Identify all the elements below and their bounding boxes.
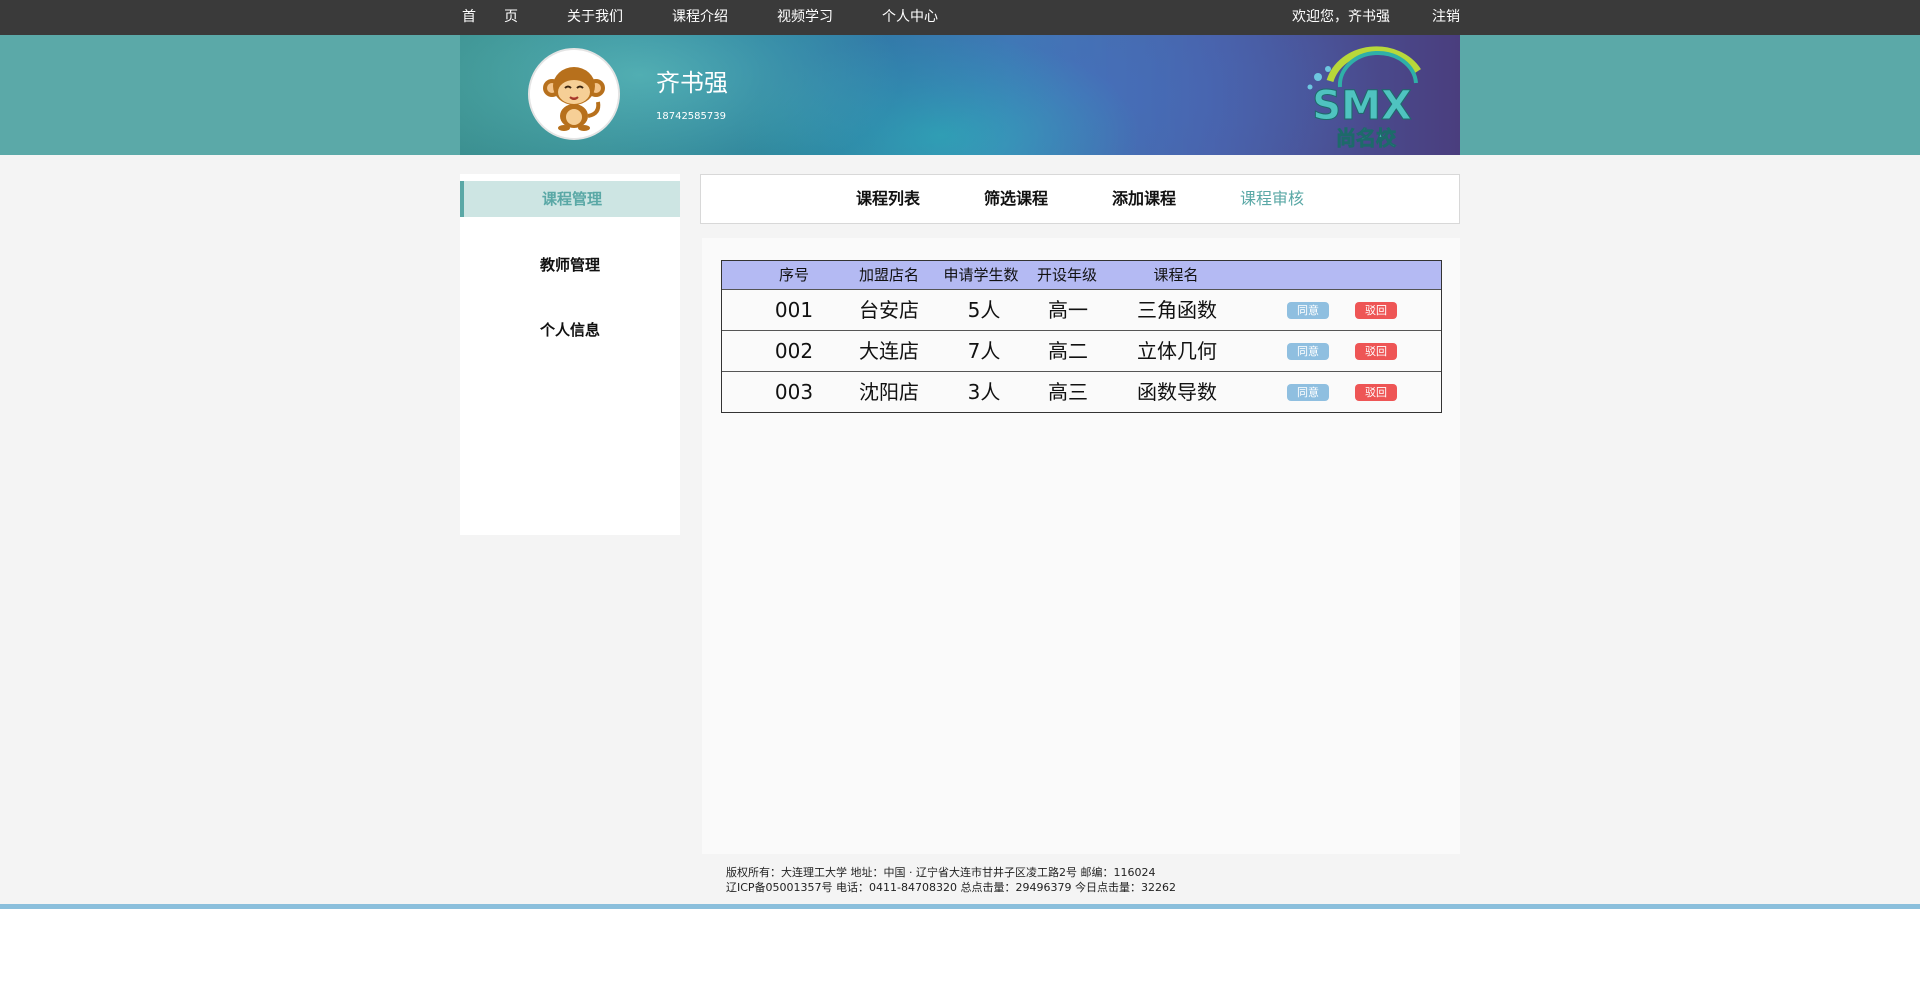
logo-text: SMX bbox=[1312, 83, 1412, 129]
cell-course-name: 三角函数 bbox=[1137, 298, 1217, 322]
cell-grade: 高一 bbox=[1048, 298, 1088, 322]
nav-videos[interactable]: 视频学习 bbox=[777, 0, 833, 35]
tab-course-review[interactable]: 课程审核 bbox=[1240, 175, 1304, 223]
cell-store: 大连店 bbox=[859, 339, 919, 363]
logo-subtitle: 尚名校 bbox=[1336, 126, 1397, 149]
cell-index: 003 bbox=[774, 380, 814, 404]
reject-button[interactable]: 驳回 bbox=[1355, 343, 1397, 360]
logo: SMX 尚名校 bbox=[1300, 41, 1430, 150]
cell-grade: 高三 bbox=[1048, 380, 1088, 404]
tab-bar: 课程列表 筛选课程 添加课程 课程审核 bbox=[700, 174, 1460, 224]
cell-student-count: 5人 bbox=[967, 298, 1001, 322]
nav-about[interactable]: 关于我们 bbox=[567, 0, 623, 35]
reject-button[interactable]: 驳回 bbox=[1355, 384, 1397, 401]
logout-link[interactable]: 注销 bbox=[1432, 0, 1460, 35]
monkey-avatar-icon bbox=[530, 50, 618, 138]
sidebar-item-teacher-management[interactable]: 教师管理 bbox=[460, 247, 680, 283]
cell-course-name: 立体几何 bbox=[1137, 339, 1217, 363]
header-course-name: 课程名 bbox=[1153, 266, 1199, 284]
profile-banner: 齐书强 18742585739 SMX 尚名校 bbox=[460, 35, 1460, 155]
tab-add-course[interactable]: 添加课程 bbox=[1112, 175, 1176, 223]
cell-course-name: 函数导数 bbox=[1137, 380, 1217, 404]
user-name: 齐书强 bbox=[656, 69, 728, 97]
footer-bar bbox=[0, 904, 1920, 909]
header-grade: 开设年级 bbox=[1036, 266, 1098, 284]
table-row: 002 大连店 7人 高二 立体几何 同意 驳回 bbox=[722, 331, 1441, 372]
sidebar: 课程管理 教师管理 个人信息 bbox=[460, 174, 680, 535]
cell-student-count: 3人 bbox=[967, 380, 1001, 404]
cell-index: 001 bbox=[774, 298, 814, 322]
footer-contact: 辽ICP备05001357号 电话：0411-84708320 总点击量：294… bbox=[726, 881, 1176, 894]
agree-button[interactable]: 同意 bbox=[1287, 343, 1329, 360]
welcome-text: 欢迎您，齐书强 bbox=[1292, 9, 1390, 25]
cell-grade: 高二 bbox=[1048, 339, 1088, 363]
main-content: 序号 加盟店名 申请学生数 开设年级 课程名 001 台安店 5人 高一 三角函… bbox=[702, 238, 1460, 854]
header-student-count: 申请学生数 bbox=[943, 266, 1019, 284]
header-index: 序号 bbox=[778, 266, 810, 284]
cell-store: 沈阳店 bbox=[859, 380, 919, 404]
cell-index: 002 bbox=[774, 339, 814, 363]
table-row: 003 沈阳店 3人 高三 函数导数 同意 驳回 bbox=[722, 372, 1441, 412]
avatar[interactable] bbox=[528, 48, 620, 140]
header-store: 加盟店名 bbox=[858, 266, 920, 284]
reject-button[interactable]: 驳回 bbox=[1355, 302, 1397, 319]
tab-course-list[interactable]: 课程列表 bbox=[856, 175, 920, 223]
sidebar-item-course-management[interactable]: 课程管理 bbox=[460, 181, 680, 217]
smx-logo-icon: SMX 尚名校 bbox=[1307, 46, 1421, 150]
cell-store: 台安店 bbox=[859, 298, 919, 322]
nav-personal-center[interactable]: 个人中心 bbox=[882, 0, 938, 35]
footer-copyright: 版权所有：大连理工大学 地址：中国 · 辽宁省大连市甘井子区凌工路2号 邮编：1… bbox=[726, 866, 1156, 879]
table-header: 序号 加盟店名 申请学生数 开设年级 课程名 bbox=[722, 261, 1441, 290]
sidebar-item-personal-info[interactable]: 个人信息 bbox=[460, 312, 680, 348]
agree-button[interactable]: 同意 bbox=[1287, 302, 1329, 319]
table-row: 001 台安店 5人 高一 三角函数 同意 驳回 bbox=[722, 290, 1441, 331]
top-nav-bar: 首 页 关于我们 课程介绍 视频学习 个人中心 欢迎您，齐书强 注销 bbox=[0, 0, 1920, 35]
agree-button[interactable]: 同意 bbox=[1287, 384, 1329, 401]
course-review-table: 序号 加盟店名 申请学生数 开设年级 课程名 001 台安店 5人 高一 三角函… bbox=[721, 260, 1442, 413]
user-phone: 18742585739 bbox=[656, 111, 726, 122]
nav-home[interactable]: 首 页 bbox=[462, 0, 518, 35]
cell-student-count: 7人 bbox=[967, 339, 1001, 363]
nav-courses[interactable]: 课程介绍 bbox=[672, 0, 728, 35]
tab-filter-courses[interactable]: 筛选课程 bbox=[984, 175, 1048, 223]
